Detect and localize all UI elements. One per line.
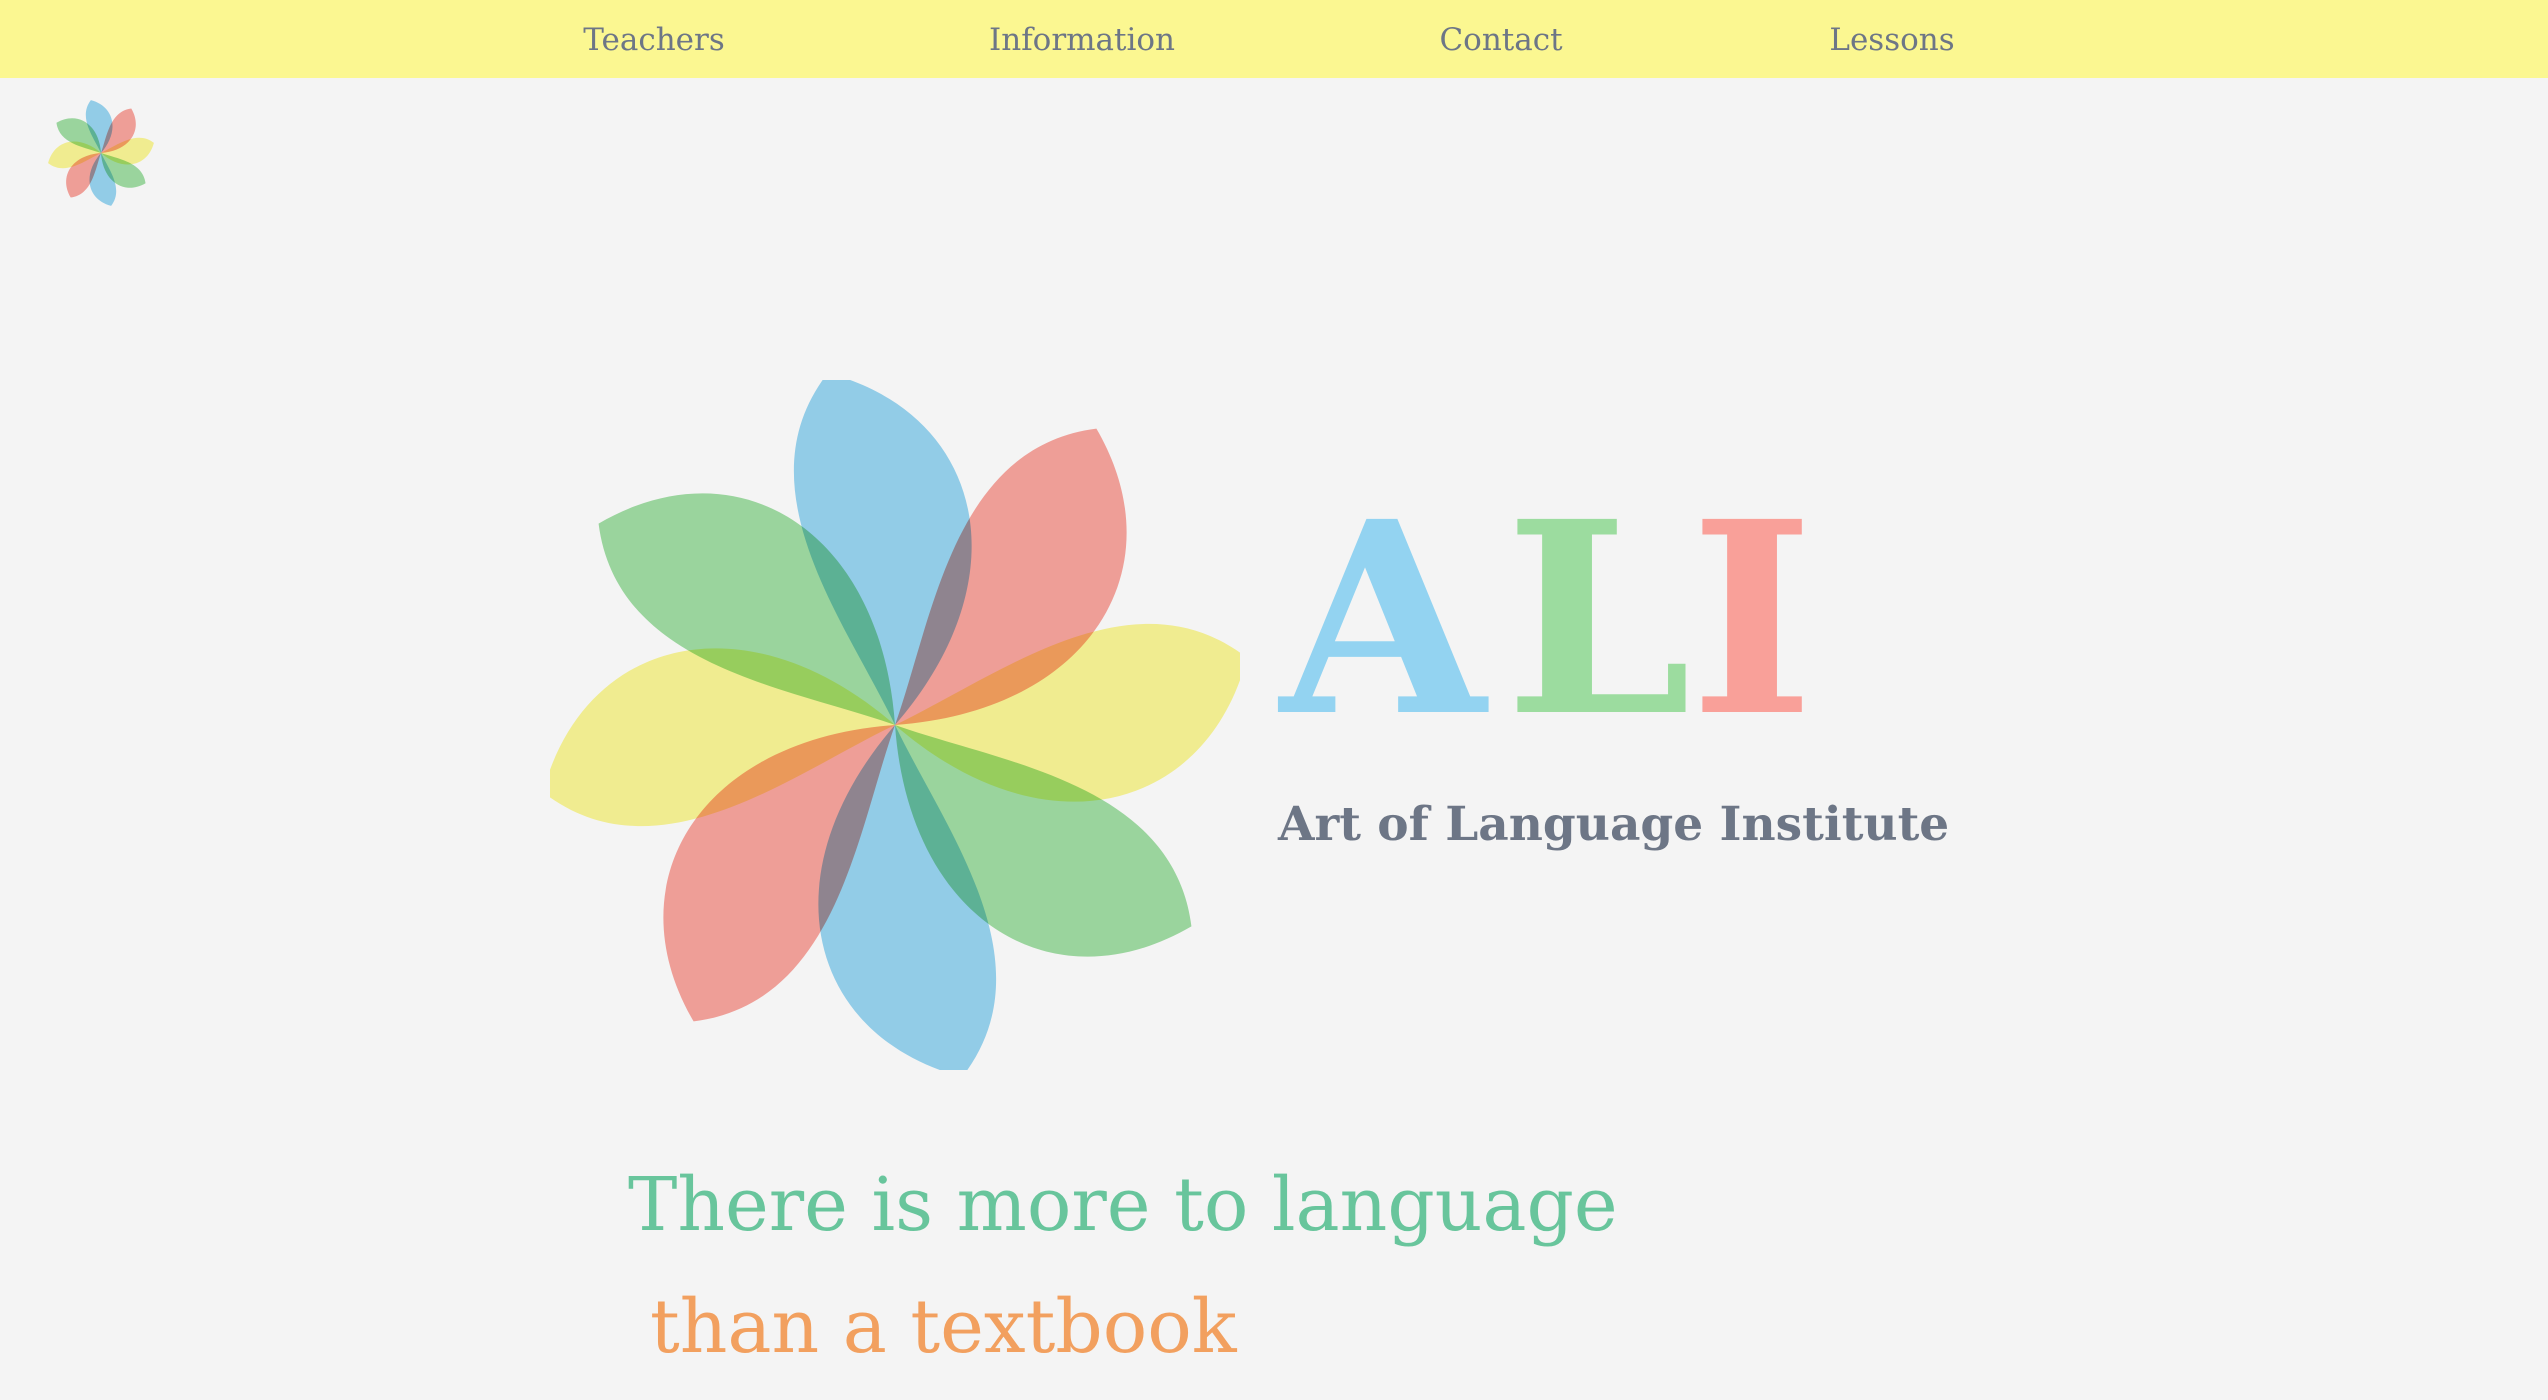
nav-link-information[interactable]: Information [989,0,1175,78]
nav-link-lessons[interactable]: Lessons [1829,0,1954,78]
top-navigation: Teachers Information Contact Lessons [0,0,2548,78]
tagline-line-2: than a textbook [650,1284,1237,1370]
flower-logo-graphic [550,380,1240,1070]
nav-link-contact[interactable]: Contact [1439,0,1562,78]
home-logo-icon[interactable] [48,100,154,206]
logo-letter-i: I [1690,464,1814,775]
tagline-line-1: There is more to language [628,1162,1618,1248]
logo-letter-l: L [1505,464,1692,775]
institute-name: Art of Language Institute [1278,797,1950,852]
logo-letter-a: A [1280,464,1486,775]
nav-link-teachers[interactable]: Teachers [583,0,725,78]
